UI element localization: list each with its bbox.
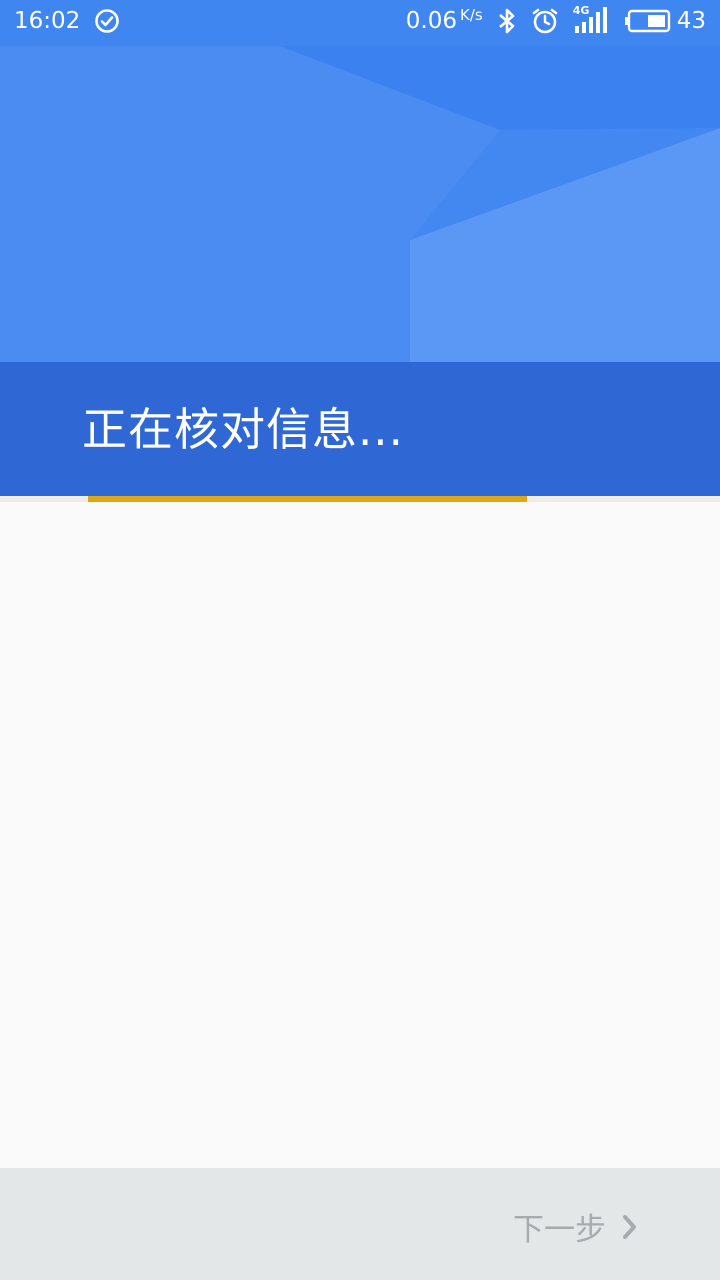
net-speed-value: 0.06 xyxy=(405,8,457,34)
bottom-bar: 下一步 xyxy=(0,1168,720,1280)
battery-icon xyxy=(624,9,671,33)
battery-level: 43 xyxy=(676,8,706,34)
progress-bar xyxy=(0,496,720,502)
net-speed: 0.06 K/s xyxy=(405,6,483,34)
alarm-icon xyxy=(531,7,559,35)
header-decoration xyxy=(0,0,720,362)
chevron-right-icon xyxy=(622,1214,638,1240)
progress-fill xyxy=(88,496,527,502)
bluetooth-icon xyxy=(497,7,517,35)
page-title: 正在核对信息... xyxy=(82,403,404,456)
screen: 正在核对信息... 16:02 0.06 K/s 4G 43 下一步 xyxy=(0,0,720,1280)
status-bar: 16:02 0.06 K/s 4G 43 xyxy=(0,0,720,46)
signal-icon: 4G xyxy=(573,4,611,36)
next-button-label: 下一步 xyxy=(513,1212,606,1248)
status-time: 16:02 xyxy=(14,8,81,34)
net-speed-unit: K/s xyxy=(460,6,483,24)
next-button[interactable]: 下一步 xyxy=(513,1204,638,1249)
check-circle-icon xyxy=(94,8,120,34)
header: 正在核对信息... xyxy=(0,0,720,496)
